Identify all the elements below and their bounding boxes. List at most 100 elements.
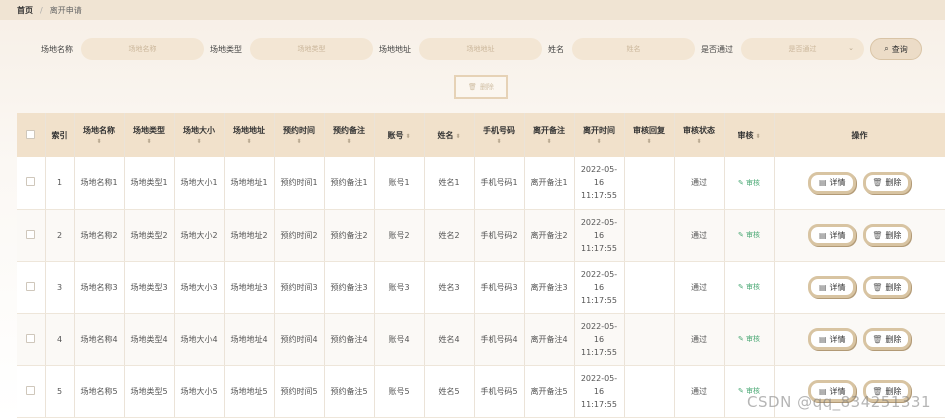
select-all-checkbox[interactable] xyxy=(26,129,36,139)
venue-name-cell: 场地名称5 xyxy=(74,365,125,418)
search-button[interactable]: ⌕ 查询 xyxy=(870,38,922,60)
venue-type-input[interactable] xyxy=(250,38,373,60)
delete-button[interactable]: 🗑 删除 xyxy=(862,224,911,246)
sort-icon[interactable]: ⬍ xyxy=(455,133,460,140)
sort-icon[interactable]: ⬍ xyxy=(405,133,410,140)
batch-delete-button[interactable]: 🗑 删除 xyxy=(454,75,508,99)
trash-icon: 🗑 xyxy=(872,334,883,344)
search-button-label: 查询 xyxy=(891,44,908,54)
header-venue-type[interactable]: 场地类型 ⬍ xyxy=(124,113,175,157)
row-checkbox[interactable] xyxy=(26,281,36,291)
trash-icon: 🗑 xyxy=(872,282,883,292)
delete-button[interactable]: 🗑 删除 xyxy=(862,276,911,298)
header-index: 索引 xyxy=(45,113,75,157)
approved-label: 是否通过 xyxy=(701,45,733,54)
table-row: 4 场地名称4 场地类型4 场地大小4 场地地址4 预约时间4 预约备注4 账号4 姓名4 手机号… xyxy=(17,313,945,366)
audit-cell: ✎ 审核 xyxy=(724,261,775,314)
row-index: 4 xyxy=(45,313,75,366)
detail-button[interactable]: ▤ 详情 xyxy=(808,171,857,194)
audit-link[interactable]: ✎ 审核 xyxy=(738,231,760,239)
venue-address-cell: 场地地址4 xyxy=(224,313,275,366)
audit-reply-cell xyxy=(624,157,675,210)
name-cell: 姓名1 xyxy=(424,157,475,210)
row-checkbox[interactable] xyxy=(26,229,36,239)
booking-time-cell: 预约时间4 xyxy=(274,313,325,366)
audit-link[interactable]: ✎ 审核 xyxy=(738,283,760,291)
header-leave-remark[interactable]: 离开备注 ⬍ xyxy=(524,113,575,157)
sort-icon[interactable]: ⬍ xyxy=(225,139,274,145)
breadcrumb-home-link[interactable]: 首页 xyxy=(17,5,33,16)
header-booking-time[interactable]: 预约时间 ⬍ xyxy=(274,113,325,157)
row-select-cell[interactable] xyxy=(17,157,46,210)
actions-cell: ▤ 详情 🗑 删除 xyxy=(774,157,945,210)
venue-size-cell: 场地大小4 xyxy=(174,313,225,366)
detail-button[interactable]: ▤ 详情 xyxy=(808,328,857,350)
venue-address-cell: 场地地址1 xyxy=(224,157,275,210)
sort-icon[interactable]: ⬍ xyxy=(275,139,324,145)
audit-link[interactable]: ✎ 审核 xyxy=(738,335,760,343)
row-checkbox[interactable] xyxy=(26,177,36,187)
select-all-cell[interactable] xyxy=(17,113,46,157)
header-booking-remark[interactable]: 预约备注 ⬍ xyxy=(324,113,375,157)
approved-select[interactable]: 是否通过 ⌄ xyxy=(741,38,864,60)
row-select-cell[interactable] xyxy=(17,365,46,418)
header-audit[interactable]: 审核 ⬍ xyxy=(724,113,775,157)
search-icon: ⌕ xyxy=(884,44,889,53)
header-venue-name[interactable]: 场地名称 ⬍ xyxy=(74,113,125,157)
sort-icon[interactable]: ⬍ xyxy=(75,139,124,145)
sort-icon[interactable]: ⬍ xyxy=(755,133,760,140)
leave-time-cell: 2022-05-16 11:17:55 xyxy=(574,157,625,210)
venue-type-cell: 场地类型4 xyxy=(124,313,175,366)
header-phone[interactable]: 手机号码 ⬍ xyxy=(474,113,525,157)
row-checkbox[interactable] xyxy=(26,385,36,395)
header-name[interactable]: 姓名 ⬍ xyxy=(424,113,475,157)
header-leave-time[interactable]: 离开时间 ⬍ xyxy=(574,113,625,157)
document-icon: ▤ xyxy=(818,282,827,292)
venue-address-cell: 场地地址2 xyxy=(224,209,275,262)
name-cell: 姓名3 xyxy=(424,261,475,314)
venue-address-cell: 场地地址5 xyxy=(224,365,275,418)
venue-name-label: 场地名称 xyxy=(41,45,73,54)
detail-button[interactable]: ▤ 详情 xyxy=(808,224,857,246)
venue-type-label: 场地类型 xyxy=(210,45,242,54)
header-audit-reply[interactable]: 审核回复 ⬍ xyxy=(624,113,675,157)
venue-size-cell: 场地大小3 xyxy=(174,261,225,314)
name-input[interactable] xyxy=(572,38,695,60)
venue-address-input[interactable] xyxy=(419,38,542,60)
header-audit-status[interactable]: 审核状态 ⬍ xyxy=(674,113,725,157)
row-select-cell[interactable] xyxy=(17,313,46,366)
sort-icon[interactable]: ⬍ xyxy=(125,139,174,145)
audit-cell: ✎ 审核 xyxy=(724,209,775,262)
sort-icon[interactable]: ⬍ xyxy=(625,139,674,145)
leave-remark-cell: 离开备注1 xyxy=(524,157,575,210)
row-checkbox[interactable] xyxy=(26,333,36,343)
phone-cell: 手机号码3 xyxy=(474,261,525,314)
venue-name-input[interactable] xyxy=(81,38,204,60)
venue-size-cell: 场地大小1 xyxy=(174,157,225,210)
delete-button[interactable]: 🗑 删除 xyxy=(862,328,911,350)
row-index: 1 xyxy=(45,157,75,210)
row-index: 3 xyxy=(45,261,75,314)
sort-icon[interactable]: ⬍ xyxy=(175,139,224,145)
booking-remark-cell: 预约备注2 xyxy=(324,209,375,262)
sort-icon[interactable]: ⬍ xyxy=(325,139,374,145)
leave-remark-cell: 离开备注4 xyxy=(524,313,575,366)
sort-icon[interactable]: ⬍ xyxy=(575,139,624,145)
sort-icon[interactable]: ⬍ xyxy=(675,139,724,145)
row-select-cell[interactable] xyxy=(17,261,46,314)
delete-button[interactable]: 🗑 删除 xyxy=(862,171,911,194)
row-select-cell[interactable] xyxy=(17,209,46,262)
sort-icon[interactable]: ⬍ xyxy=(525,139,574,145)
sort-icon[interactable]: ⬍ xyxy=(475,139,524,145)
audit-reply-cell xyxy=(624,313,675,366)
audit-link[interactable]: ✎ 审核 xyxy=(738,179,760,187)
header-account[interactable]: 账号 ⬍ xyxy=(374,113,425,157)
name-cell: 姓名4 xyxy=(424,313,475,366)
header-venue-size[interactable]: 场地大小 ⬍ xyxy=(174,113,225,157)
header-venue-address[interactable]: 场地地址 ⬍ xyxy=(224,113,275,157)
audit-reply-cell xyxy=(624,209,675,262)
audit-status-cell: 通过 xyxy=(674,157,725,210)
audit-cell: ✎ 审核 xyxy=(724,313,775,366)
detail-button[interactable]: ▤ 详情 xyxy=(808,276,857,298)
table-row: 1 场地名称1 场地类型1 场地大小1 场地地址1 预约时间1 预约备注1 账号1 姓名1 手机号… xyxy=(17,157,945,210)
